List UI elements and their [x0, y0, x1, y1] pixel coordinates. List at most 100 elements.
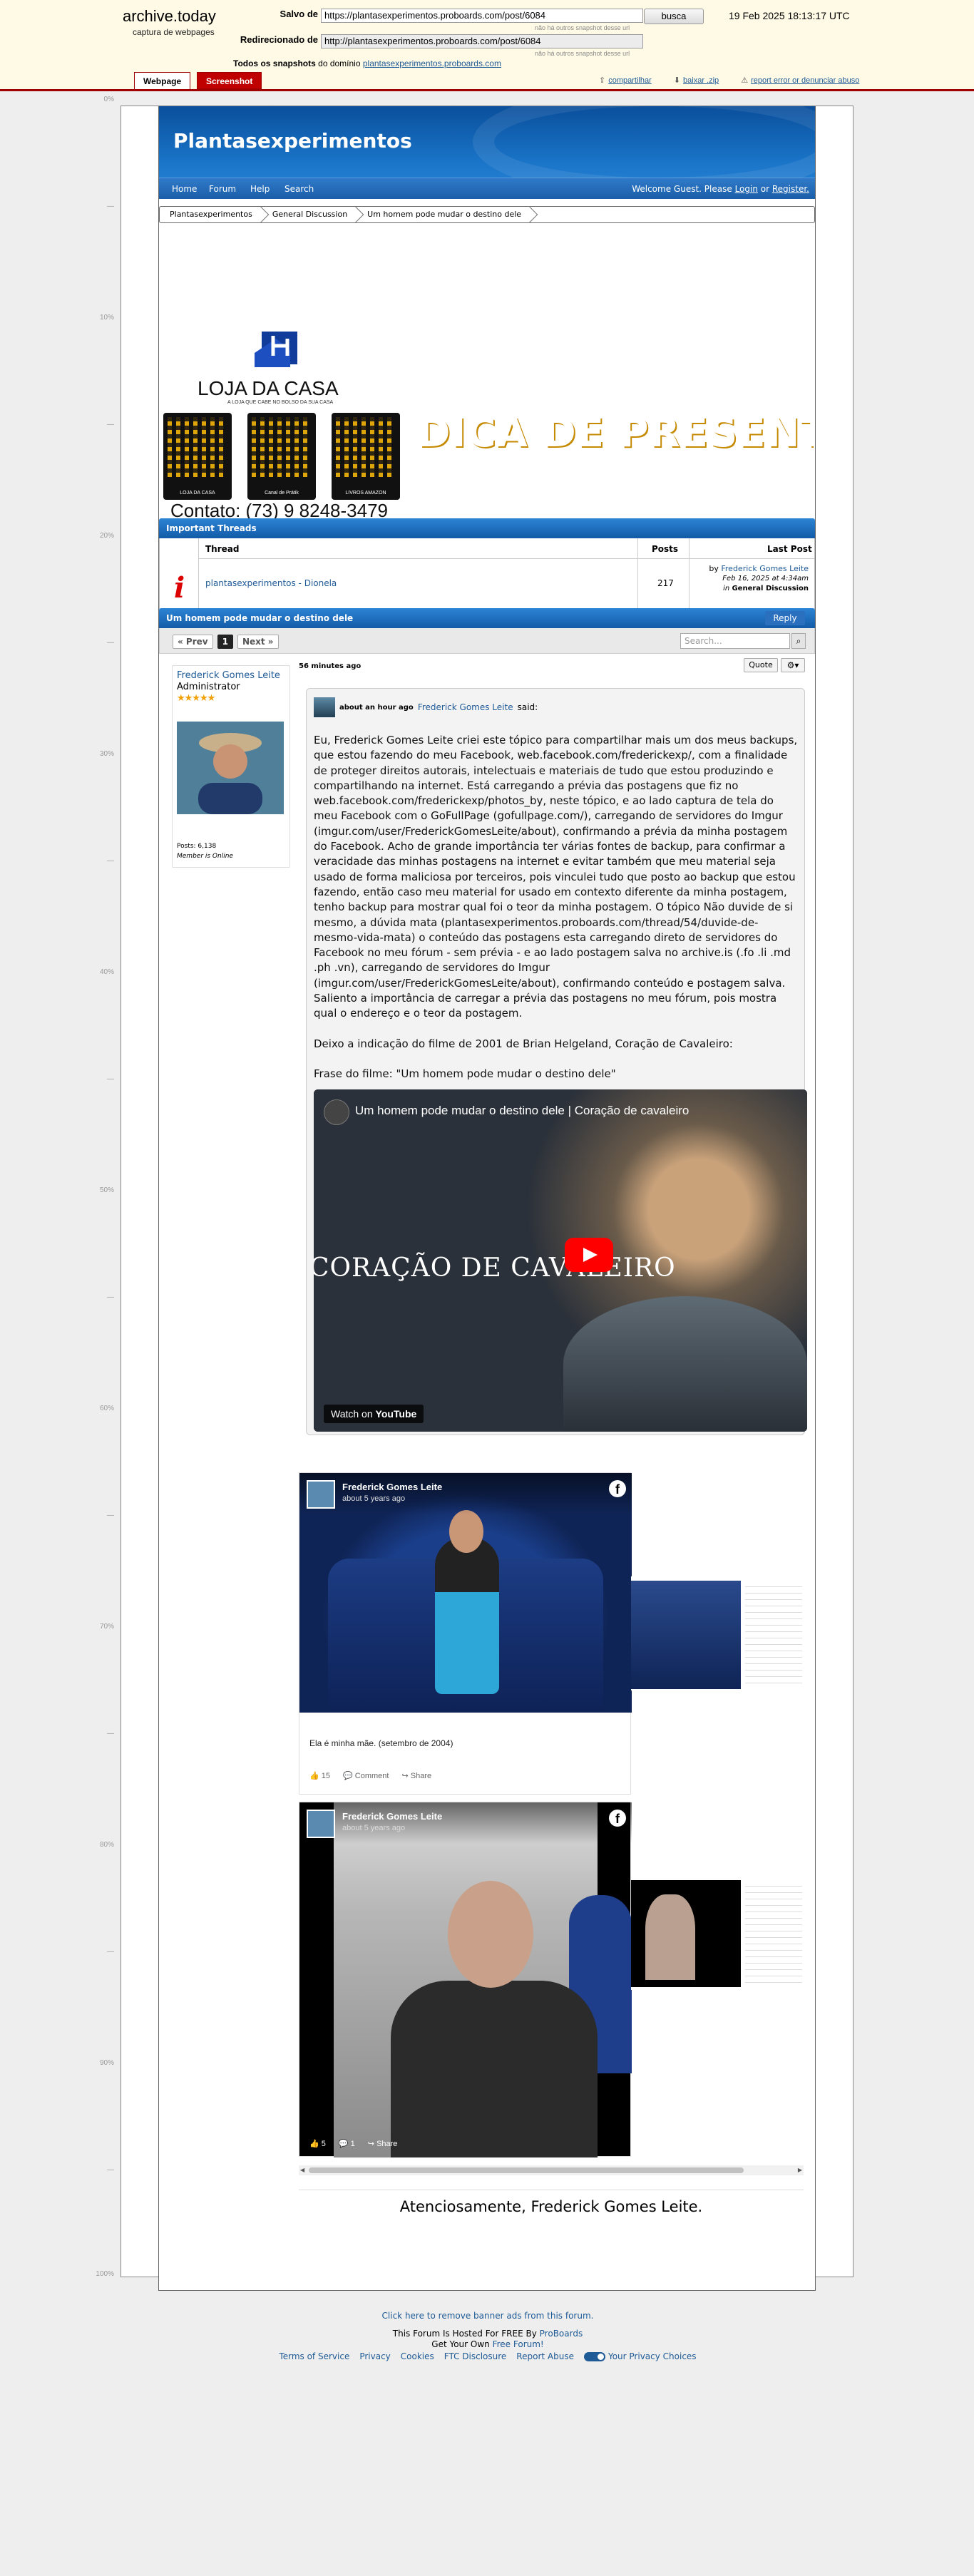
ruler-mark: 60% [99, 1405, 114, 1412]
share-button[interactable]: ↪ Share [368, 2139, 398, 2148]
channel-avatar[interactable] [324, 1099, 349, 1125]
video-title[interactable]: Um homem pode mudar o destino dele | Cor… [355, 1104, 689, 1118]
horizontal-scrollbar[interactable]: ◀ ▶ [299, 2165, 804, 2175]
current-page[interactable]: 1 [217, 635, 233, 649]
play-icon[interactable] [565, 1238, 613, 1272]
quote-button[interactable]: Quote [744, 658, 778, 672]
fb-author[interactable]: Frederick Gomes Leite [342, 1811, 442, 1822]
share-label: Share [376, 2140, 398, 2148]
fb-time[interactable]: about 5 years ago [342, 1494, 405, 1503]
facebook-embed[interactable]: Frederick Gomes Leite about 5 years ago … [299, 1802, 632, 2157]
download-link[interactable]: baixar .zip [683, 76, 719, 85]
quote-time[interactable]: about an hour ago [339, 704, 414, 712]
report-link[interactable]: report error or denunciar abuso [751, 76, 859, 85]
facebook-icon[interactable]: f [609, 1810, 626, 1827]
share-icon: ↪ [367, 2140, 374, 2148]
fb-actions: 👍 5 💬 1 ↪ Share [309, 2139, 397, 2148]
no-snapshot-note-2: não há outros snapshot desse url [535, 50, 630, 57]
fb-caption: Ela é minha mãe. (setembro de 2004) [309, 1738, 453, 1748]
gear-icon[interactable]: ⚙▾ [781, 658, 805, 672]
row-divider [198, 558, 814, 559]
next-page-button[interactable]: Next » [237, 635, 279, 649]
archive-screenshot-thumbnail[interactable] [631, 1876, 804, 1990]
facebook-icon[interactable]: f [609, 1480, 626, 1497]
youtube-embed[interactable]: Um homem pode mudar o destino dele | Cor… [314, 1089, 807, 1432]
nav-help[interactable]: Help [250, 184, 270, 194]
forum-title[interactable]: Plantasexperimentos [173, 129, 412, 153]
banner-instagram: https://www.instagram.com/lo [401, 476, 811, 504]
user-name-link[interactable]: Frederick Gomes Leite [177, 670, 280, 681]
comment-count[interactable]: 💬 1 [339, 2139, 355, 2148]
reply-button[interactable]: Reply [765, 611, 805, 625]
video-caption: CORAÇÃO DE CAVALEIRO [314, 1253, 676, 1283]
scrollbar-thumb[interactable] [309, 2167, 744, 2173]
cookies-link[interactable]: Cookies [401, 2351, 434, 2362]
thread-search-input[interactable]: Search... [680, 633, 790, 649]
magnifier-icon[interactable]: ⌕ [791, 633, 806, 649]
share-icon: ⇪ [599, 76, 606, 85]
saved-url-field[interactable]: https://plantasexperimentos.proboards.co… [321, 9, 643, 23]
ftc-disclosure-link[interactable]: FTC Disclosure [444, 2351, 507, 2362]
register-link[interactable]: Register. [772, 184, 809, 194]
share-link[interactable]: compartilhar [608, 76, 652, 85]
comment-button[interactable]: 💬 Comment [343, 1771, 389, 1780]
archive-screenshot-thumbnail[interactable] [631, 1576, 804, 1690]
fb-author[interactable]: Frederick Gomes Leite [342, 1482, 442, 1492]
share-icon: ↪ [401, 1772, 409, 1780]
remove-ads-link[interactable]: Click here to remove banner ads from thi… [121, 2311, 854, 2321]
free-forum-link[interactable]: Free Forum! [493, 2339, 544, 2349]
fb-avatar[interactable] [307, 1810, 335, 1838]
facebook-embed[interactable]: Frederick Gomes Leite about 5 years ago … [299, 1472, 632, 1795]
terms-link[interactable]: Terms of Service [279, 2351, 349, 2362]
qr-code-canal: Canal de Prátik [247, 413, 316, 500]
watch-on-youtube[interactable]: Watch on YouTube [324, 1405, 424, 1423]
share-button[interactable]: ↪ Share [401, 1771, 431, 1780]
nav-forum[interactable]: Forum [209, 184, 236, 194]
banner-ad[interactable]: LOJA DA CASA A LOJA QUE CABE NO BOLSO DA… [159, 324, 815, 521]
prev-page-button[interactable]: « Prev [173, 635, 213, 649]
quote-text: Eu, Frederick Gomes Leite criei este tóp… [314, 733, 799, 1097]
scroll-right-icon[interactable]: ▶ [798, 2167, 802, 2173]
nav-home[interactable]: Home [172, 184, 197, 194]
fb-avatar[interactable] [307, 1480, 335, 1509]
user-avatar[interactable] [177, 722, 284, 814]
login-link[interactable]: Login [735, 184, 758, 194]
ruler-dash: — [107, 639, 114, 647]
quote-header: about an hour ago Frederick Gomes Leite … [314, 697, 538, 717]
ruler-mark: 90% [99, 2059, 114, 2067]
all-snapshots-label: Todos os snapshots [233, 58, 316, 68]
like-count[interactable]: 👍 15 [309, 1771, 330, 1780]
scroll-left-icon[interactable]: ◀ [300, 2167, 304, 2173]
store-logo-icon [255, 332, 297, 367]
breadcrumb-thread[interactable]: Um homem pode mudar o destino dele [357, 207, 531, 222]
proboards-link[interactable]: ProBoards [540, 2329, 583, 2339]
nav-search[interactable]: Search [284, 184, 314, 194]
photo-detail [391, 1981, 598, 2157]
important-thread-link[interactable]: plantasexperimentos - Dionela [205, 578, 337, 588]
important-threads: Important Threads Thread Posts Last Post… [159, 518, 815, 611]
last-post-author[interactable]: Frederick Gomes Leite [721, 564, 809, 573]
ruler-mark: 40% [99, 968, 114, 976]
like-count[interactable]: 👍 5 [309, 2139, 326, 2148]
search-button[interactable]: busca [644, 9, 704, 24]
last-post-board[interactable]: General Discussion [732, 585, 809, 592]
redirect-url-field[interactable]: http://plantasexperimentos.proboards.com… [321, 34, 643, 48]
quote-author-link[interactable]: Frederick Gomes Leite [418, 702, 513, 712]
fb-time[interactable]: about 5 years ago [342, 1824, 405, 1832]
breadcrumb-board[interactable]: General Discussion [262, 207, 357, 222]
footer-links: Terms of Service Privacy Cookies FTC Dis… [121, 2351, 854, 2362]
privacy-toggle-icon [583, 2352, 605, 2361]
domain-link[interactable]: plantasexperimentos.proboards.com [363, 58, 501, 68]
get-own-text: Get Your Own [431, 2339, 490, 2349]
fb-photo[interactable] [334, 1802, 632, 2157]
privacy-link[interactable]: Privacy [359, 2351, 390, 2362]
tab-webpage[interactable]: Webpage [134, 72, 191, 89]
post-paragraph: Eu, Frederick Gomes Leite criei este tóp… [314, 734, 798, 1020]
tab-screenshot[interactable]: Screenshot [197, 72, 262, 89]
privacy-choices-link[interactable]: Your Privacy Choices [583, 2351, 697, 2362]
breadcrumb-home[interactable]: Plantasexperimentos [160, 207, 262, 222]
archive-logo[interactable]: archive.today [123, 7, 216, 26]
report-abuse-link[interactable]: Report Abuse [516, 2351, 574, 2362]
all-snapshots-from: do domínio [318, 58, 361, 68]
post-time[interactable]: 56 minutes ago [299, 662, 361, 670]
